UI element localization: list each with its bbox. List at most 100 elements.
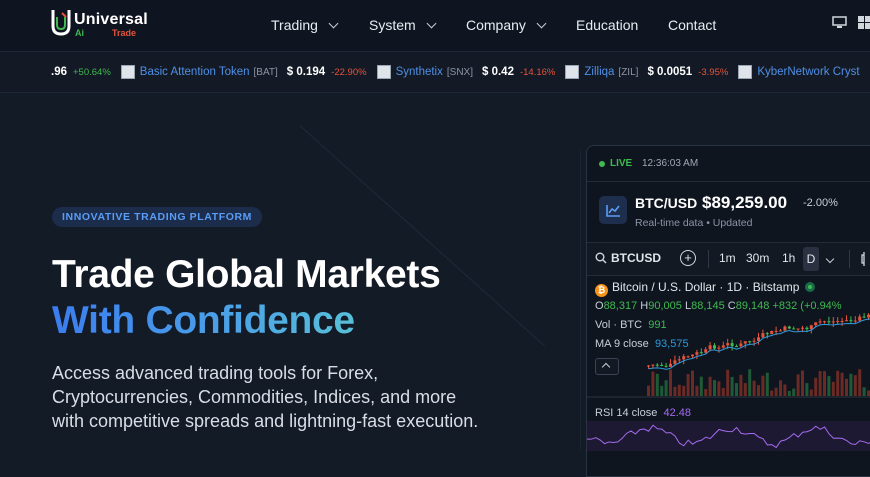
candle-body <box>849 320 852 321</box>
logo-u-icon <box>50 8 72 36</box>
candle-body <box>819 321 822 322</box>
coin-logo-icon <box>738 65 752 79</box>
rsi-legend: RSI 14 close 42.48 <box>595 407 691 419</box>
candle-body <box>788 327 791 329</box>
candle-body <box>647 366 650 367</box>
desktop-icon[interactable] <box>832 16 847 29</box>
nav-company[interactable]: Company <box>466 17 545 33</box>
ticker-item[interactable]: .96 +50.64% <box>51 66 111 78</box>
candle-body <box>669 364 672 367</box>
symbol-search[interactable]: BTCUSD <box>611 251 661 265</box>
ticker-item[interactable]: Synthetix [SNX] $ 0.42 -14.16% <box>377 65 556 79</box>
volume-bar <box>858 369 861 396</box>
volume-bar <box>841 373 844 396</box>
rsi-label: RSI 14 close <box>595 407 657 419</box>
volume-bar <box>805 383 808 396</box>
add-symbol-button[interactable]: + <box>680 250 696 266</box>
nav-label: Company <box>466 17 526 33</box>
ticker-symbol: [SNX] <box>447 67 473 78</box>
coin-logo-icon <box>377 65 391 79</box>
candlestick-chart[interactable]: ₿Bitcoin / U.S. Dollar · 1D · Bitstamp O… <box>587 276 870 476</box>
ticker-name: KyberNetwork Cryst <box>757 66 859 78</box>
volume-value: 991 <box>648 319 666 331</box>
ma-label: MA 9 close <box>595 338 649 350</box>
volume-bar <box>713 380 716 396</box>
interval-1h[interactable]: 1h <box>782 251 795 265</box>
candle-body <box>665 366 668 367</box>
ticker-change: -22.90% <box>331 67 366 78</box>
interval-30m[interactable]: 30m <box>746 251 769 265</box>
candle-body <box>695 352 698 354</box>
pair-header: BTC/USD $89,259.00 -2.00% Real-time data… <box>587 182 870 243</box>
candle-body <box>797 329 800 330</box>
candle-body <box>651 365 654 366</box>
ticker-item[interactable]: KyberNetwork Cryst <box>738 65 863 79</box>
pair-name: BTC/USD <box>635 195 697 211</box>
ohlc-change: +832 (+0.94% <box>772 300 841 312</box>
volume-bar <box>779 380 782 396</box>
volume-label: Vol · BTC <box>595 319 642 331</box>
ticker-change: -14.16% <box>520 67 555 78</box>
ticker-name: Zilliqa <box>584 66 614 78</box>
volume-bar <box>819 371 822 396</box>
volume-bar <box>735 383 738 396</box>
ticker-change: +50.64% <box>73 67 111 78</box>
live-dot-icon <box>599 161 605 167</box>
volume-bar <box>673 387 676 396</box>
live-status-row: LIVE 12:36:03 AM <box>587 146 870 182</box>
volume-bar <box>651 372 654 396</box>
nav-trading[interactable]: Trading <box>271 17 337 33</box>
indicators-icon[interactable] <box>861 251 870 267</box>
nav-contact[interactable]: Contact <box>668 17 716 33</box>
chart-legend-title: ₿Bitcoin / U.S. Dollar · 1D · Bitstamp <box>595 280 815 297</box>
ticker-item[interactable]: Basic Attention Token [BAT] $ 0.194 -22.… <box>121 65 367 79</box>
toolbar-divider <box>849 250 850 268</box>
nav-system[interactable]: System <box>369 17 435 33</box>
nav-education[interactable]: Education <box>576 17 638 33</box>
live-label: LIVE <box>610 158 632 169</box>
volume-bar <box>810 389 813 396</box>
nav-label: System <box>369 17 416 33</box>
candle-body <box>827 321 830 322</box>
ohlc-h: 90,005 <box>648 300 682 312</box>
candle-body <box>863 317 866 318</box>
pair-subtitle: Real-time data • Updated <box>635 217 753 229</box>
collapse-legend-button[interactable] <box>595 358 619 375</box>
volume-bar <box>757 385 760 396</box>
ticker-item[interactable]: Zilliqa [ZIL] $ 0.0051 -3.95% <box>565 65 728 79</box>
volume-bar <box>726 370 729 396</box>
interval-1m[interactable]: 1m <box>719 251 736 265</box>
candle-body <box>792 328 795 329</box>
volume-bar <box>682 386 685 396</box>
candle-body <box>726 343 729 345</box>
ticker-price: $ 0.194 <box>287 66 325 78</box>
candle-body <box>731 343 734 346</box>
volume-bar <box>845 379 848 396</box>
volume-bar <box>695 386 698 396</box>
chevron-down-icon[interactable] <box>826 255 834 263</box>
brand-logo[interactable]: Universal Ai Trade <box>50 8 170 42</box>
windows-icon[interactable] <box>858 16 870 29</box>
candle-body <box>757 337 760 340</box>
chart-toolbar: BTCUSD + 1m 30m 1h D <box>587 243 870 276</box>
ohlc-o-label: O <box>595 300 604 312</box>
brand-trade: Trade <box>112 28 136 38</box>
candle-body <box>805 328 808 329</box>
candle-body <box>660 365 663 366</box>
candle-body <box>836 321 839 322</box>
volume-bar <box>678 385 681 396</box>
market-open-icon <box>805 282 815 292</box>
ticker-price: .96 <box>51 66 67 78</box>
nav-label: Contact <box>668 17 716 33</box>
volume-bar <box>647 386 650 396</box>
rsi-value: 42.48 <box>664 407 692 419</box>
interval-d[interactable]: D <box>803 247 819 271</box>
search-icon[interactable] <box>595 252 607 264</box>
pair-change: -2.00% <box>803 197 838 209</box>
candle-body <box>766 333 769 334</box>
volume-bar <box>775 388 778 396</box>
rsi-band <box>587 421 870 451</box>
ohlc-l: 88,145 <box>691 300 725 312</box>
bitcoin-icon: ₿ <box>595 284 608 297</box>
volume-bar <box>691 371 694 396</box>
